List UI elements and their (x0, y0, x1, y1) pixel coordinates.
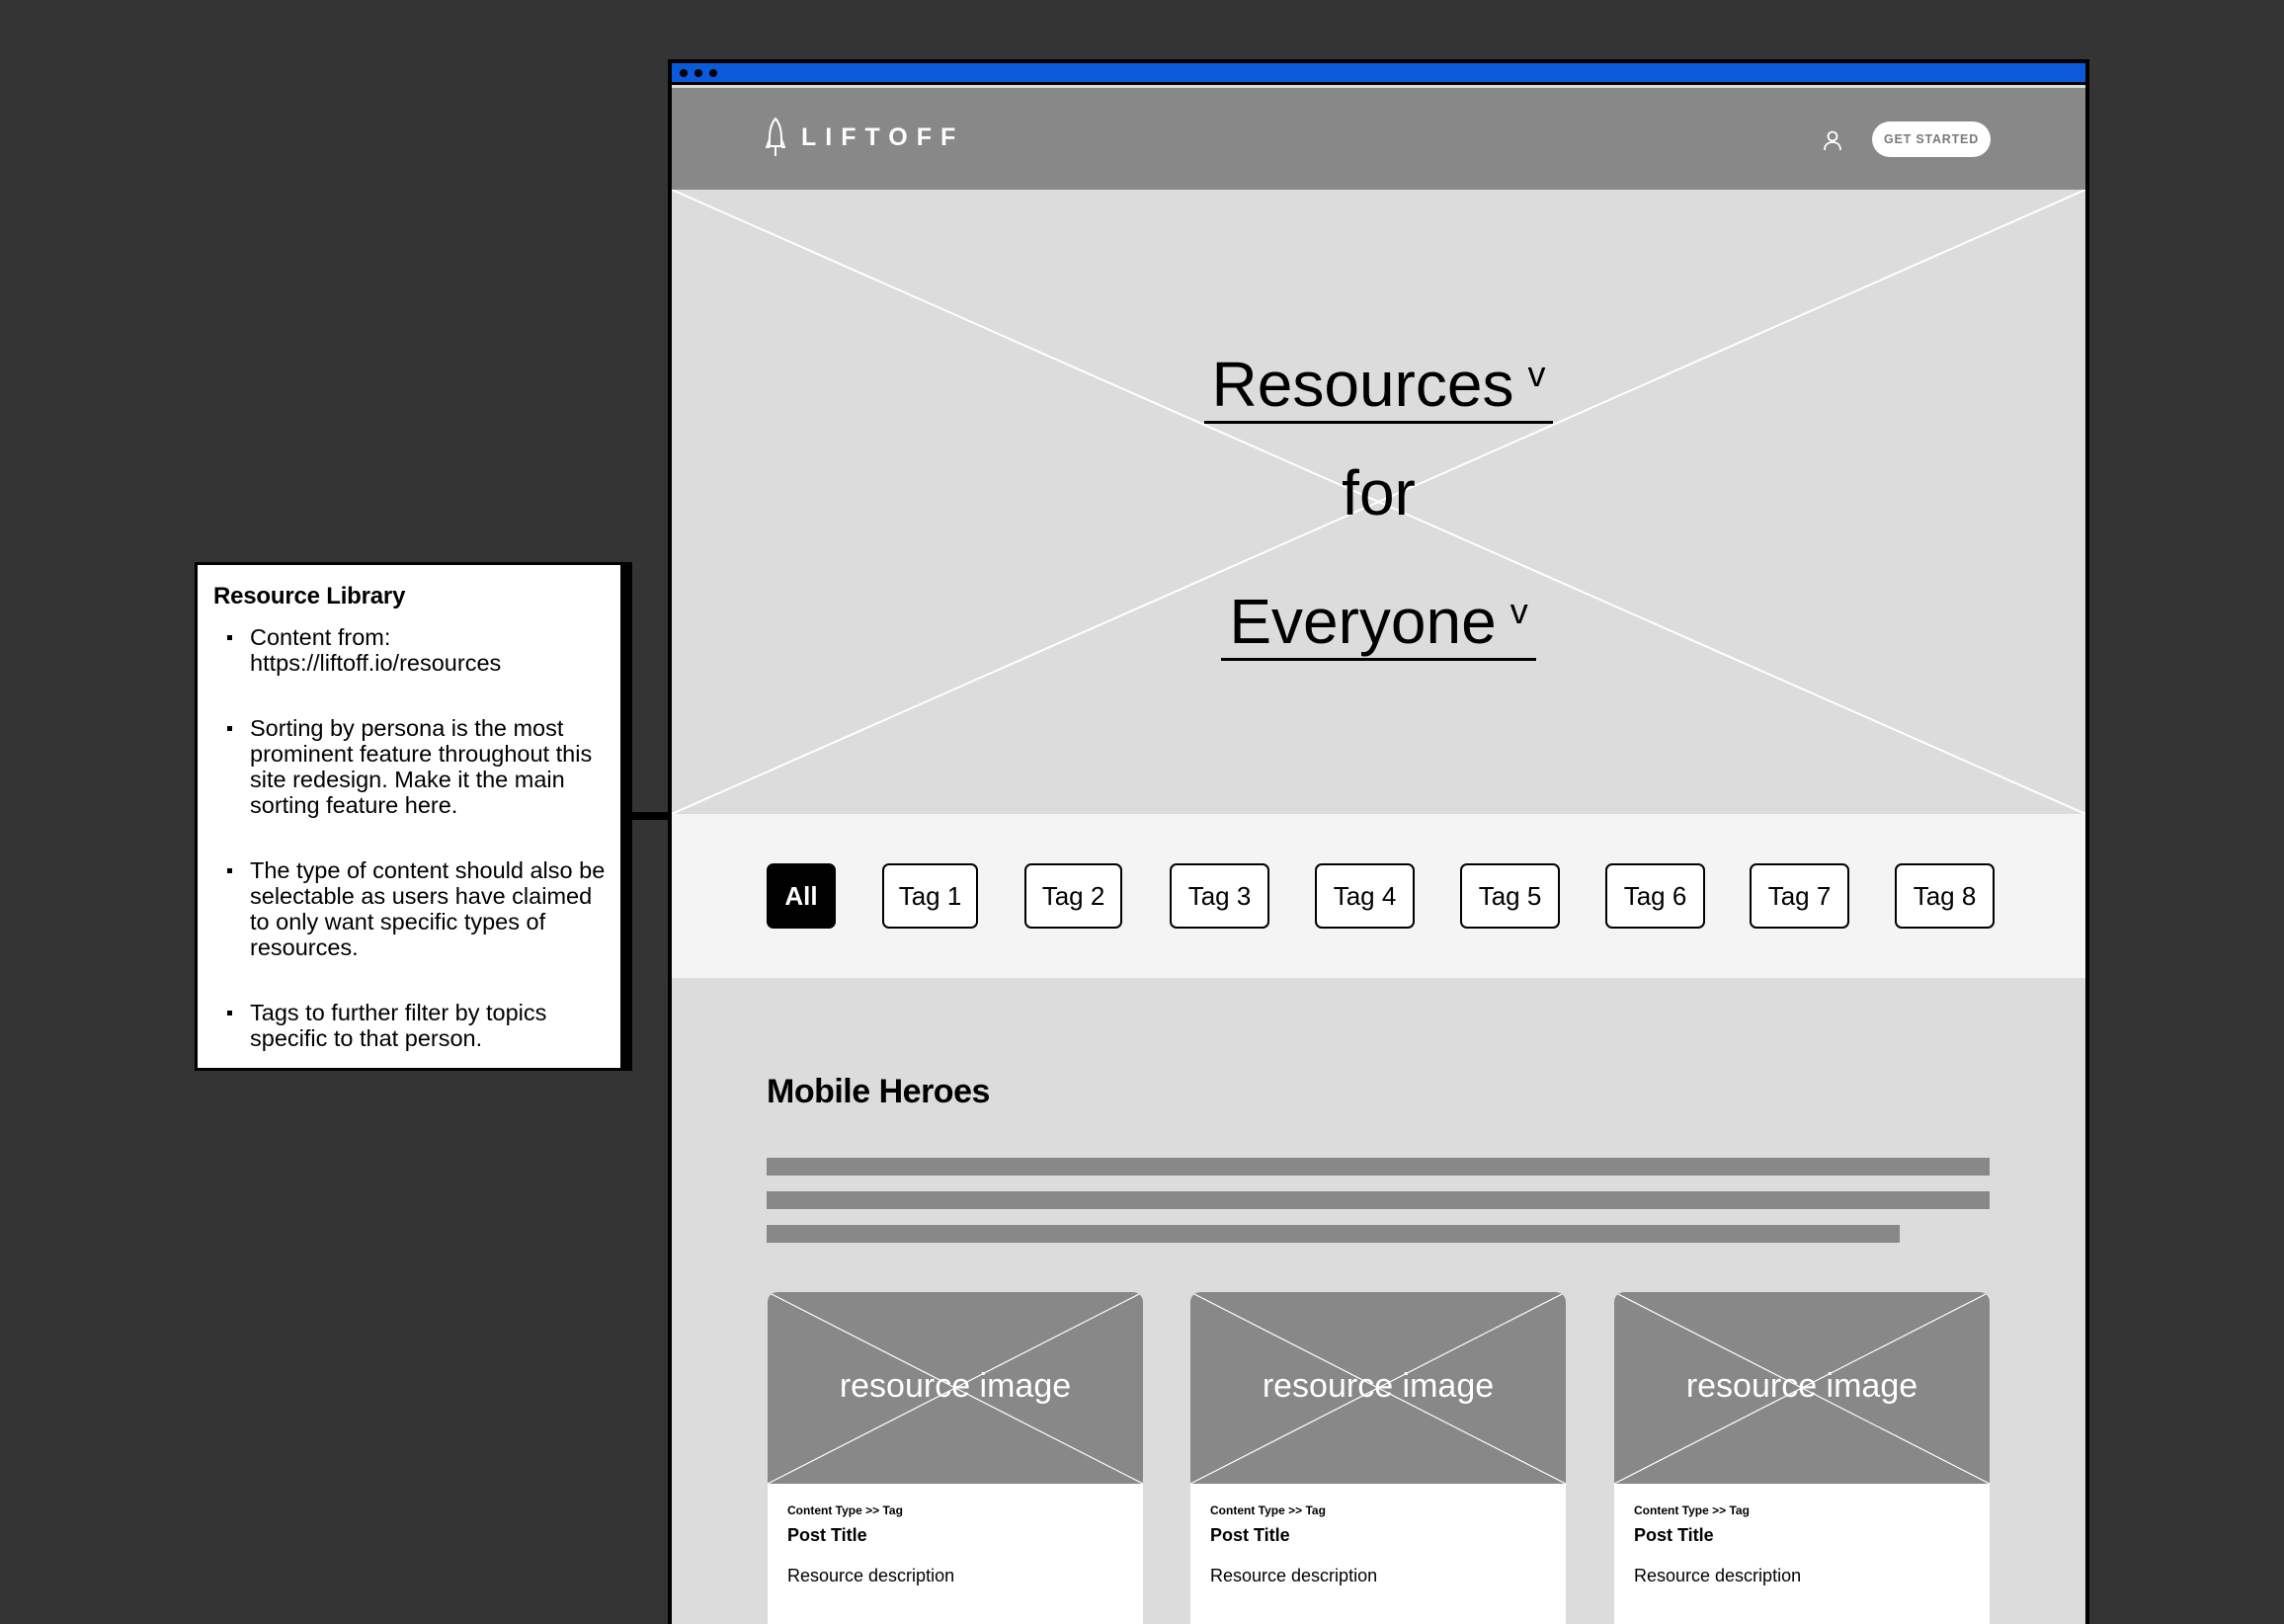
card-body: Content Type >> Tag Post Title Resource … (768, 1484, 1143, 1586)
resource-card[interactable]: resource image Content Type >> Tag Post … (1190, 1292, 1566, 1624)
hero-line-for: for (1342, 457, 1416, 528)
tag-filter-button[interactable]: Tag 6 (1605, 863, 1705, 929)
card-title[interactable]: Post Title (787, 1525, 1123, 1546)
persona-label: Everyone (1229, 586, 1497, 657)
resource-card[interactable]: resource image Content Type >> Tag Post … (768, 1292, 1143, 1624)
annotation-item: Content from: https://liftoff.io/resourc… (213, 624, 620, 676)
tag-filter-button[interactable]: Tag 7 (1750, 863, 1849, 929)
card-title[interactable]: Post Title (1634, 1525, 1970, 1546)
tag-filter-button[interactable]: Tag 2 (1024, 863, 1122, 929)
tag-filter-button[interactable]: Tag 5 (1460, 863, 1560, 929)
site-logo[interactable]: LIFTOFF (766, 118, 964, 157)
resource-image-placeholder: resource image (1614, 1292, 1990, 1484)
window-dot-icon[interactable] (709, 69, 717, 77)
annotation-item: Sorting by persona is the most prominent… (213, 715, 620, 818)
rocket-icon (766, 118, 785, 156)
card-meta: Content Type >> Tag (1210, 1503, 1326, 1517)
resource-image-label: resource image (839, 1367, 1072, 1405)
tag-filter-bar: All Tag 1 Tag 2 Tag 3 Tag 4 Tag 5 Tag 6 … (672, 814, 2085, 978)
annotation-note: Resource Library Content from: https://l… (195, 562, 623, 1071)
resource-section: Mobile Heroes resource image Content Typ… (672, 978, 2085, 1624)
card-body: Content Type >> Tag Post Title Resource … (1190, 1484, 1566, 1586)
resource-type-dropdown[interactable]: Resources v (1203, 338, 1554, 424)
window-dot-icon[interactable] (680, 69, 688, 77)
card-description: Resource description (1210, 1566, 1378, 1585)
resource-image-placeholder: resource image (768, 1292, 1143, 1484)
site-header: LIFTOFF GET STARTED (672, 88, 2085, 190)
card-description: Resource description (787, 1566, 955, 1585)
tag-filter-button[interactable]: Tag 4 (1315, 863, 1415, 929)
tag-filter-button[interactable]: Tag 8 (1895, 863, 1995, 929)
persona-dropdown[interactable]: Everyone v (1221, 575, 1536, 661)
tag-filter-button[interactable]: Tag 3 (1170, 863, 1269, 929)
hero-section: Resources v for Everyone v (672, 190, 2085, 814)
card-meta: Content Type >> Tag (787, 1503, 903, 1517)
text-placeholder-line (767, 1225, 1900, 1243)
section-title: Mobile Heroes (767, 1073, 990, 1110)
annotation-item: Tags to further filter by topics specifi… (213, 1000, 620, 1051)
hero-line-resources: Resources v (672, 338, 2085, 424)
resource-image-label: resource image (1685, 1367, 1918, 1405)
annotation-title: Resource Library (213, 583, 406, 609)
card-body: Content Type >> Tag Post Title Resource … (1614, 1484, 1990, 1586)
tag-all-button[interactable]: All (767, 863, 836, 929)
resource-image-placeholder: resource image (1190, 1292, 1566, 1484)
card-meta: Content Type >> Tag (1634, 1503, 1750, 1517)
card-description: Resource description (1634, 1566, 1802, 1585)
text-placeholder-line (767, 1158, 1990, 1176)
card-title[interactable]: Post Title (1210, 1525, 1546, 1546)
browser-title-bar (672, 63, 2085, 85)
chevron-down-icon: v (1509, 591, 1528, 631)
user-account-icon[interactable] (1823, 129, 1842, 151)
window-dot-icon[interactable] (694, 69, 702, 77)
hero-line-everyone: Everyone v (672, 575, 2085, 661)
window-controls (680, 69, 717, 77)
resource-image-label: resource image (1262, 1367, 1495, 1405)
logo-text: LIFTOFF (801, 122, 965, 151)
annotation-item: The type of content should also be selec… (213, 857, 620, 960)
annotation-list: Content from: https://liftoff.io/resourc… (213, 624, 620, 1051)
resource-card[interactable]: resource image Content Type >> Tag Post … (1614, 1292, 1990, 1624)
text-placeholder-line (767, 1191, 1990, 1209)
annotation-connector (626, 812, 670, 820)
tag-filter-button[interactable]: Tag 1 (882, 863, 978, 929)
chevron-down-icon: v (1527, 354, 1546, 394)
resource-type-label: Resources (1211, 349, 1514, 420)
browser-window: LIFTOFF GET STARTED Resources v for Every… (668, 59, 2089, 1624)
get-started-button[interactable]: GET STARTED (1872, 122, 1991, 157)
